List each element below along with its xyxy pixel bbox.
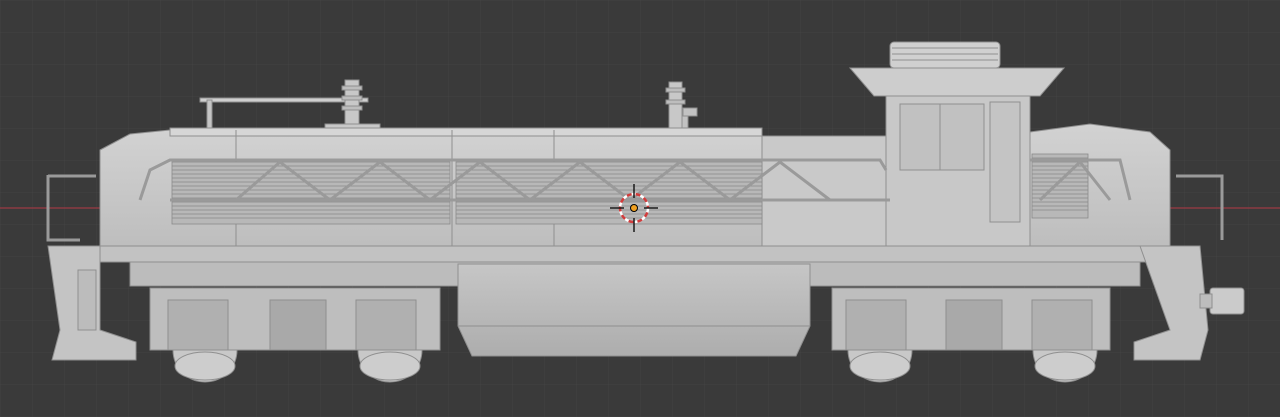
radiator-grille-rear [171, 161, 451, 225]
fuel-tank [457, 263, 811, 357]
radiator-grille-mid [455, 161, 763, 225]
hood-mid-section [761, 135, 887, 251]
viewport-canvas[interactable] [0, 0, 1280, 417]
running-board [59, 245, 1201, 263]
cab-window [899, 103, 985, 171]
object-origin-icon[interactable] [630, 204, 638, 212]
3d-viewport[interactable] [0, 0, 1280, 417]
